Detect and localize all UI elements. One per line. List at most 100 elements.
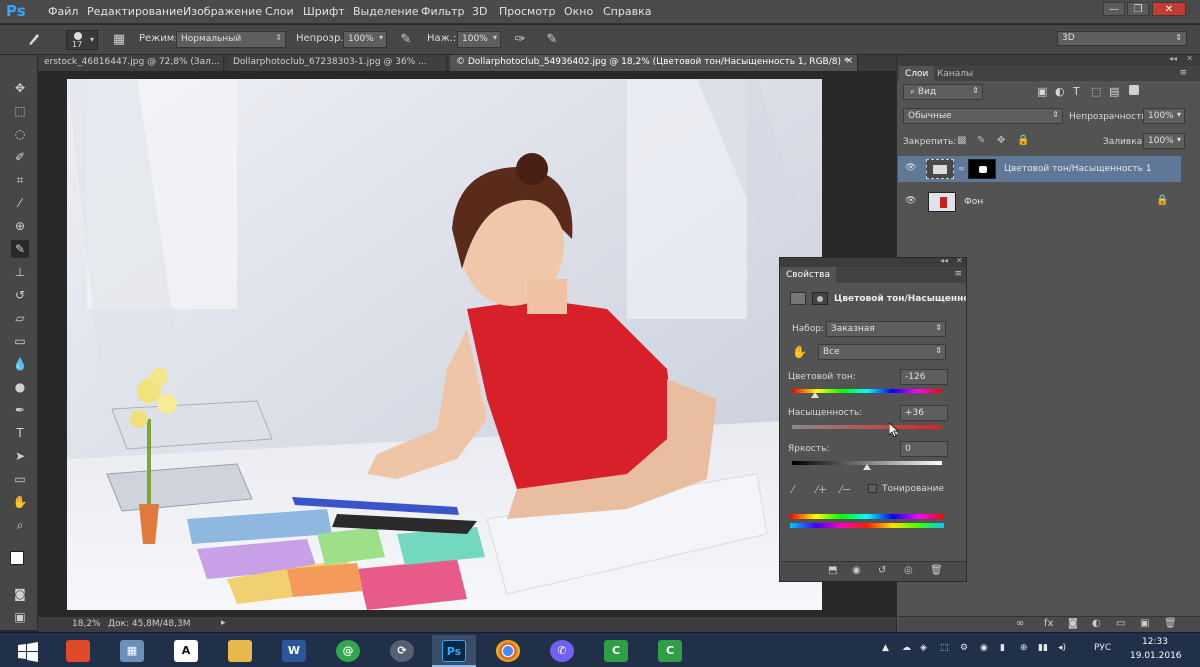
lightness-field[interactable]: 0 bbox=[900, 441, 948, 457]
status-menu-arrow-icon[interactable]: ▸ bbox=[221, 618, 226, 628]
brush-tool-icon[interactable]: ✎ bbox=[11, 240, 29, 258]
adjustment-icon[interactable] bbox=[790, 292, 806, 305]
pressure-opacity-icon[interactable]: ✎ bbox=[397, 31, 415, 49]
quick-mask-icon[interactable]: ◙ bbox=[11, 585, 29, 603]
menu-file[interactable]: Файл bbox=[48, 5, 78, 18]
hue-field[interactable]: -126 bbox=[900, 369, 948, 385]
saturation-field[interactable]: +36 bbox=[900, 405, 948, 421]
new-layer-icon[interactable]: ▣ bbox=[1140, 618, 1149, 629]
pressure-size-icon[interactable]: ✎ bbox=[543, 31, 561, 49]
menu-type[interactable]: Шрифт bbox=[303, 5, 345, 18]
lightness-slider-thumb[interactable] bbox=[863, 464, 871, 470]
tray-icon[interactable]: ⚙ bbox=[960, 643, 968, 653]
pen-tool-icon[interactable]: ✒ bbox=[11, 401, 29, 419]
taskbar-app[interactable] bbox=[486, 635, 530, 667]
menu-filter[interactable]: Фильтр bbox=[421, 5, 465, 18]
menu-image[interactable]: Изображение bbox=[183, 5, 262, 18]
taskbar-app[interactable]: ▦ bbox=[110, 635, 154, 667]
lock-pixels-icon[interactable]: ✎ bbox=[977, 135, 985, 146]
lock-all-icon[interactable]: 🔒 bbox=[1017, 135, 1029, 146]
clock-date[interactable]: 19.01.2016 bbox=[1130, 651, 1182, 661]
mask-icon[interactable] bbox=[812, 292, 828, 305]
history-brush-tool-icon[interactable]: ↺ bbox=[11, 286, 29, 304]
clip-to-layer-icon[interactable]: ⬒ bbox=[828, 565, 837, 576]
document-tab[interactable]: erstock_46816447.jpg @ 72,8% (Зал... bbox=[38, 55, 224, 71]
eyedropper-tool-icon[interactable]: ⁄ bbox=[11, 194, 29, 212]
tray-icon[interactable]: ◈ bbox=[920, 643, 927, 653]
brush-tool-preset-icon[interactable] bbox=[25, 31, 43, 49]
lock-position-icon[interactable]: ✥ bbox=[997, 135, 1005, 146]
tray-icon[interactable]: ▲ bbox=[882, 643, 889, 653]
taskbar-app[interactable]: ⟳ bbox=[380, 635, 424, 667]
eyedropper-subtract-icon[interactable]: ⁄− bbox=[840, 483, 851, 496]
menu-window[interactable]: Окно bbox=[564, 5, 593, 18]
properties-panel-header[interactable]: ◂◂ ✕ bbox=[780, 256, 966, 267]
layer-mask-thumb[interactable] bbox=[968, 159, 996, 179]
flow-field[interactable]: 100% ▾ bbox=[457, 31, 501, 48]
close-panel-icon[interactable]: ✕ bbox=[956, 256, 963, 265]
dodge-tool-icon[interactable]: ● bbox=[11, 378, 29, 396]
taskbar-app[interactable]: @ bbox=[326, 635, 370, 667]
marquee-tool-icon[interactable]: ⬚ bbox=[11, 102, 29, 120]
tray-icon[interactable]: ⬚ bbox=[940, 643, 949, 653]
layer-filter-select[interactable]: ⌕ Вид ⇕ bbox=[903, 84, 983, 100]
visibility-eye-icon[interactable]: ◎ bbox=[904, 565, 913, 576]
eye-icon[interactable]: 👁 bbox=[905, 196, 917, 206]
taskbar-app-active[interactable]: Ps bbox=[432, 635, 476, 667]
tray-icon[interactable]: ☁ bbox=[902, 643, 911, 653]
taskbar-app[interactable]: W bbox=[272, 635, 316, 667]
filter-pixel-icon[interactable]: ▣ bbox=[1037, 85, 1047, 98]
filter-toggle-icon[interactable] bbox=[1129, 85, 1139, 95]
filter-adjustment-icon[interactable]: ◐ bbox=[1055, 85, 1065, 98]
close-window-button[interactable]: ✕ bbox=[1152, 2, 1186, 16]
eyedropper-add-icon[interactable]: ⁄+ bbox=[816, 483, 827, 496]
filter-smart-object-icon[interactable]: ▤ bbox=[1109, 85, 1119, 98]
taskbar-app[interactable]: A bbox=[164, 635, 208, 667]
layer-row[interactable]: 👁 Фон 🔒 bbox=[898, 189, 1181, 215]
foreground-color-swatch[interactable] bbox=[10, 551, 24, 565]
shape-tool-icon[interactable]: ▭ bbox=[11, 470, 29, 488]
trash-icon[interactable]: 🗑 bbox=[1164, 618, 1177, 629]
minimize-button[interactable]: — bbox=[1103, 2, 1125, 16]
document-canvas[interactable] bbox=[67, 79, 822, 610]
eye-icon[interactable]: 👁 bbox=[905, 163, 917, 173]
menu-select[interactable]: Выделение bbox=[353, 5, 419, 18]
layer-style-icon[interactable]: fx bbox=[1044, 618, 1053, 629]
saturation-slider[interactable] bbox=[792, 425, 942, 429]
taskbar-app[interactable]: ✆ bbox=[540, 635, 584, 667]
menu-view[interactable]: Просмотр bbox=[499, 5, 555, 18]
move-tool-icon[interactable]: ✥ bbox=[11, 79, 29, 97]
panel-menu-icon[interactable]: ≡ bbox=[1179, 68, 1187, 78]
new-adjustment-icon[interactable]: ◐ bbox=[1092, 618, 1101, 629]
close-tab-icon[interactable]: × bbox=[845, 56, 853, 66]
tray-icon[interactable]: ▮ bbox=[1000, 643, 1005, 653]
trash-icon[interactable]: 🗑 bbox=[930, 565, 943, 576]
language-indicator[interactable]: РУС bbox=[1094, 643, 1111, 653]
layer-row[interactable]: 👁 ∞ Цветовой тон/Насыщенность 1 bbox=[898, 156, 1181, 182]
blend-mode-select[interactable]: Обычные ⇕ bbox=[903, 108, 1063, 124]
gradient-tool-icon[interactable]: ▭ bbox=[11, 332, 29, 350]
tab-channels[interactable]: Каналы bbox=[931, 66, 979, 82]
mode-select[interactable]: Нормальный ⇕ bbox=[176, 31, 286, 48]
menu-help[interactable]: Справка bbox=[603, 5, 651, 18]
taskbar-app[interactable]: C bbox=[648, 635, 692, 667]
type-tool-icon[interactable]: T bbox=[11, 424, 29, 442]
panel-menu-icon[interactable]: ≡ bbox=[954, 269, 962, 279]
menu-edit[interactable]: Редактирование bbox=[87, 5, 183, 18]
collapse-icon[interactable]: ◂◂ bbox=[940, 256, 948, 265]
eraser-tool-icon[interactable]: ▱ bbox=[11, 309, 29, 327]
opacity-field[interactable]: 100% ▾ bbox=[343, 31, 387, 48]
lasso-tool-icon[interactable]: ◌ bbox=[11, 125, 29, 143]
preset-select[interactable]: Заказная ⇕ bbox=[826, 321, 946, 337]
link-layers-icon[interactable]: ∞ bbox=[1016, 618, 1024, 629]
zoom-tool-icon[interactable]: ⌕ bbox=[11, 516, 29, 534]
colorize-checkbox[interactable] bbox=[868, 484, 877, 493]
add-mask-icon[interactable]: ◙ bbox=[1068, 618, 1078, 629]
network-icon[interactable]: ▮▮ bbox=[1038, 643, 1048, 653]
zoom-level[interactable]: 18,2% bbox=[72, 619, 101, 629]
maximize-button[interactable]: ❐ bbox=[1127, 2, 1149, 16]
brush-size-picker[interactable]: 17 ▾ bbox=[66, 30, 98, 50]
close-panel-icon[interactable]: ✕ bbox=[1186, 54, 1193, 63]
filter-shape-icon[interactable]: ⬚ bbox=[1091, 85, 1101, 98]
tray-icon[interactable]: ◉ bbox=[980, 643, 988, 653]
